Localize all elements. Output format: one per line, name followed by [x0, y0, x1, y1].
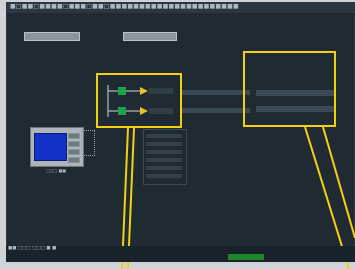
callout-lines	[121, 126, 355, 269]
status-indicator	[228, 254, 264, 260]
window-frame: ■□■■□■■■■□■■■□■■□■■■■■■■■■■■■■■■■■■■■■■ …	[0, 0, 355, 269]
status-bar	[6, 246, 355, 262]
status-text: ■■ □□□ □□□ ■ ■	[8, 246, 57, 251]
